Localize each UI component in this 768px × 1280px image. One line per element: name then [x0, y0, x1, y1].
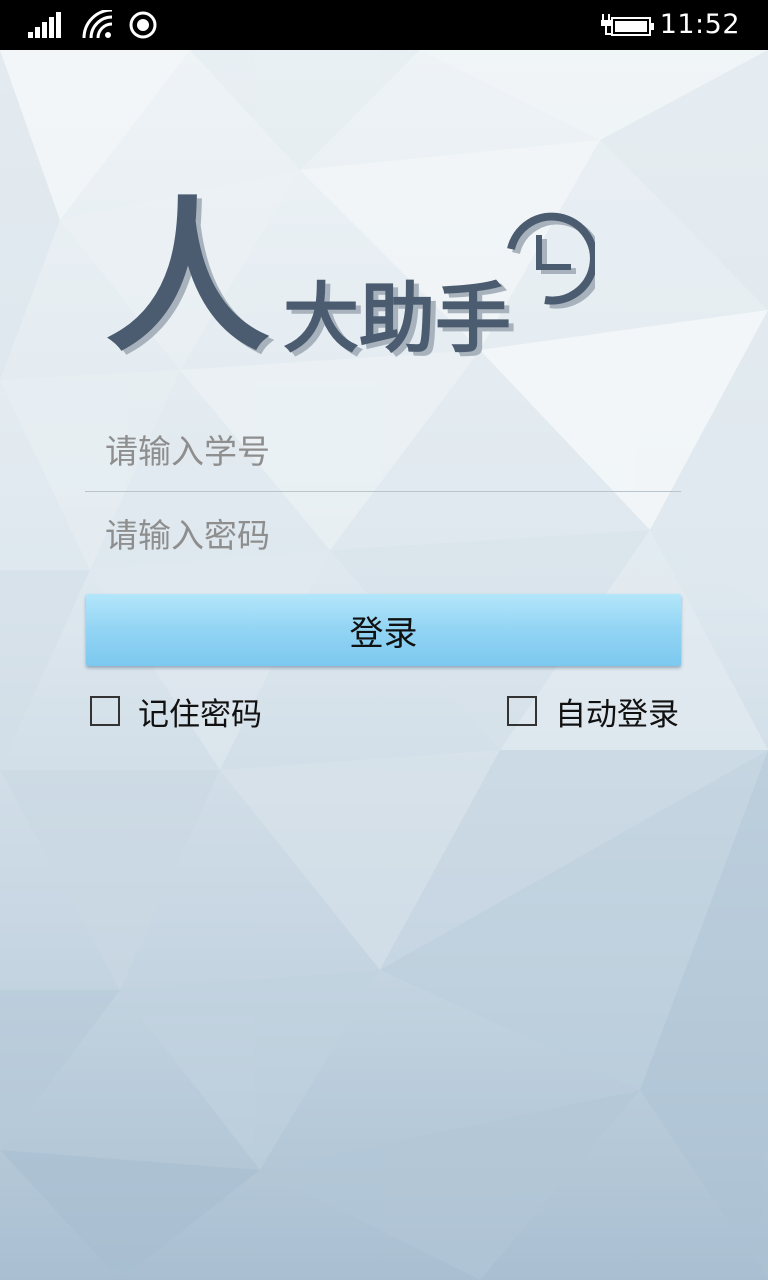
- student-id-input[interactable]: [85, 412, 681, 492]
- status-bar: 11:52: [0, 0, 768, 50]
- svg-text:人: 人: [105, 185, 270, 370]
- app-logo: 人 大助手: [105, 185, 595, 370]
- wifi-icon: [82, 0, 114, 50]
- remember-password-box[interactable]: [90, 696, 120, 726]
- login-screen: 人 大助手 登录 记住密码 自动登录: [0, 0, 768, 1280]
- login-button[interactable]: 登录: [86, 594, 681, 666]
- signal-icon: [28, 0, 62, 50]
- clock: 11:52: [659, 9, 740, 40]
- auto-login-label: 自动登录: [555, 696, 679, 733]
- svg-text:大助手: 大助手: [283, 274, 511, 363]
- location-icon: [128, 0, 158, 50]
- battery-charging-icon: [600, 0, 656, 50]
- remember-password-checkbox[interactable]: 记住密码: [90, 690, 262, 733]
- auto-login-checkbox[interactable]: 自动登录: [507, 690, 679, 733]
- password-input[interactable]: [85, 495, 681, 575]
- remember-password-label: 记住密码: [138, 696, 262, 733]
- auto-login-box[interactable]: [507, 696, 537, 726]
